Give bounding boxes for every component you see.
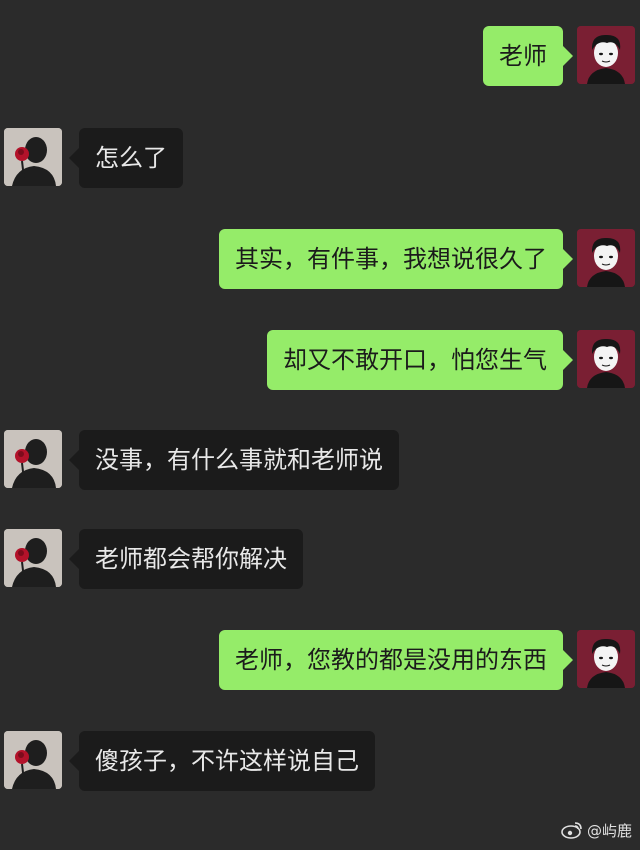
message-row: 傻孩子，不许这样说自己 <box>0 731 640 795</box>
message-bubble[interactable]: 老师 <box>483 26 573 86</box>
watermark: @屿鹿 <box>561 818 632 842</box>
boy-avatar-icon[interactable] <box>577 229 635 287</box>
watermark-handle: @屿鹿 <box>586 821 632 840</box>
message-row: 老师都会帮你解决 <box>0 529 640 593</box>
message-bubble[interactable]: 怎么了 <box>69 128 183 188</box>
message-bubble[interactable]: 没事，有什么事就和老师说 <box>69 430 399 490</box>
message-row: 其实，有件事，我想说很久了 <box>0 229 640 293</box>
message-row: 怎么了 <box>0 128 640 192</box>
message-bubble[interactable]: 傻孩子，不许这样说自己 <box>69 731 375 791</box>
rose-avatar-icon[interactable] <box>4 430 62 488</box>
message-row: 老师 <box>0 26 640 90</box>
message-bubble[interactable]: 老师，您教的都是没用的东西 <box>219 630 573 690</box>
weibo-logo-icon <box>561 822 582 839</box>
chat-window: 老师 怎么了 其实，有件事，我想说很久了 却又不敢开口，怕您生气 没事，有什么事… <box>0 0 640 850</box>
boy-avatar-icon[interactable] <box>577 630 635 688</box>
message-row: 没事，有什么事就和老师说 <box>0 430 640 494</box>
boy-avatar-icon[interactable] <box>577 26 635 84</box>
rose-avatar-icon[interactable] <box>4 529 62 587</box>
message-bubble[interactable]: 却又不敢开口，怕您生气 <box>267 330 573 390</box>
message-bubble[interactable]: 其实，有件事，我想说很久了 <box>219 229 573 289</box>
message-row: 老师，您教的都是没用的东西 <box>0 630 640 694</box>
boy-avatar-icon[interactable] <box>577 330 635 388</box>
message-bubble[interactable]: 老师都会帮你解决 <box>69 529 303 589</box>
rose-avatar-icon[interactable] <box>4 731 62 789</box>
message-row: 却又不敢开口，怕您生气 <box>0 330 640 394</box>
rose-avatar-icon[interactable] <box>4 128 62 186</box>
